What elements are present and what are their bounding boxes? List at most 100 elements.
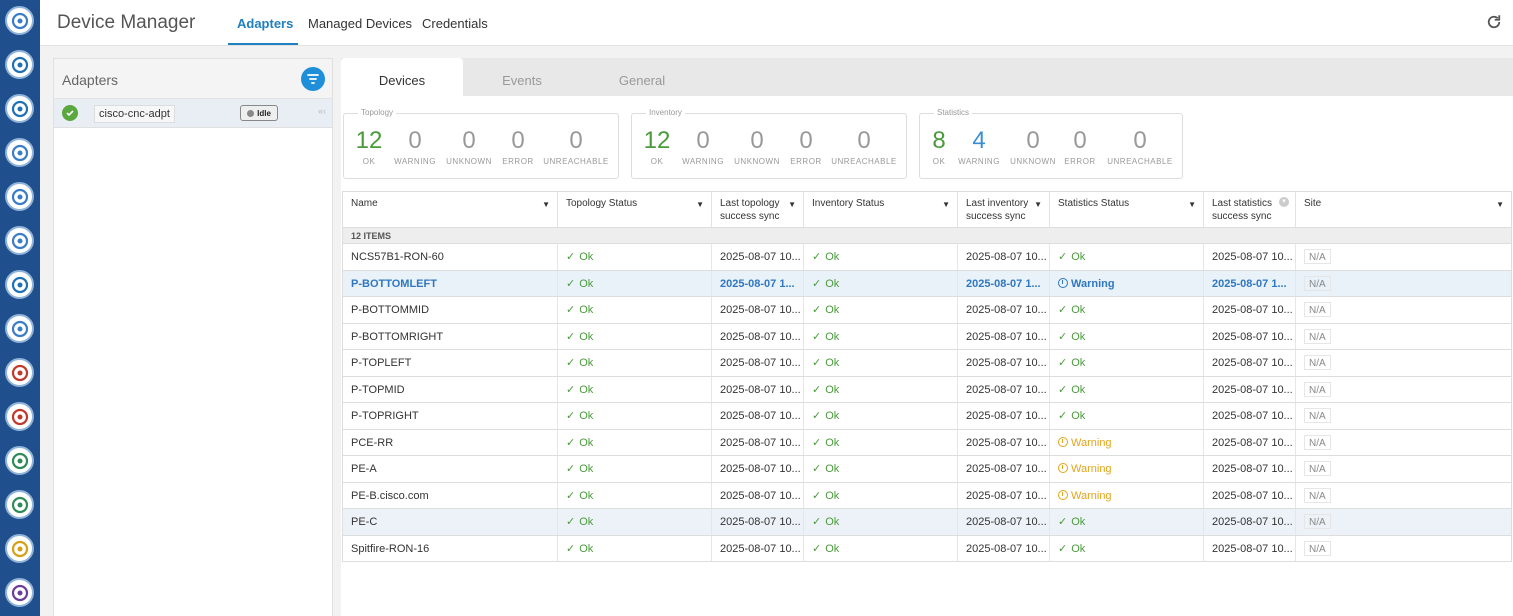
group-row: 12 ITEMS xyxy=(343,228,1511,244)
unknown-label: UNKNOWN xyxy=(734,157,780,166)
tab-credentials[interactable]: Credentials xyxy=(422,16,488,31)
table-row[interactable]: Spitfire-RON-16 ✓ Ok 2025-08-07 10... ✓ Ok 202… xyxy=(343,535,1511,562)
cloud-icon[interactable] xyxy=(5,226,34,255)
gauge-icon[interactable] xyxy=(5,50,34,79)
table-row[interactable]: NCS57B1-RON-60 ✓ Ok 2025-08-07 10... ✓ Ok 2025… xyxy=(343,244,1511,271)
caret-down-icon[interactable]: ▼ xyxy=(696,198,704,211)
caret-down-icon[interactable]: ▼ xyxy=(1188,198,1196,211)
tab-adapters[interactable]: Adapters xyxy=(237,16,293,31)
refresh-icon[interactable] xyxy=(5,138,34,167)
triangle-icon[interactable] xyxy=(5,490,34,519)
col-last-inventory-label-1: Last inventory xyxy=(966,198,1029,209)
device-name[interactable]: NCS57B1-RON-60 xyxy=(343,244,558,270)
filter-button[interactable] xyxy=(301,67,325,91)
caret-down-icon[interactable]: ▼ xyxy=(942,198,950,211)
device-name[interactable]: P-TOPLEFT xyxy=(343,350,558,376)
status-cell: ✓ Ok xyxy=(558,297,712,323)
more-icon[interactable]: «‹ xyxy=(318,106,326,116)
layers-icon[interactable] xyxy=(5,270,34,299)
device-name[interactable]: PE-C xyxy=(343,509,558,535)
check-icon: ✓ xyxy=(566,304,576,316)
books-icon[interactable] xyxy=(5,358,34,387)
subtab-general[interactable]: General xyxy=(581,58,703,96)
sort-indicator-icon[interactable]: ▾ xyxy=(1279,197,1289,207)
status-text: Ok xyxy=(579,277,594,290)
status-cell: ✓ Ok xyxy=(804,297,958,323)
col-site[interactable]: Site ▼ xyxy=(1296,192,1511,227)
status-text: Ok xyxy=(825,383,840,396)
subtab-events[interactable]: Events xyxy=(461,58,583,96)
trend-icon[interactable] xyxy=(5,314,34,343)
col-topology-status[interactable]: Topology Status ▼ xyxy=(558,192,712,227)
warning-icon xyxy=(1058,277,1068,288)
globe-icon[interactable] xyxy=(5,6,34,35)
caret-down-icon[interactable]: ▼ xyxy=(1496,198,1504,211)
status-cell: ✓ Ok xyxy=(1050,403,1204,429)
table-row[interactable]: PE-A ✓ Ok 2025-08-07 10... ✓ Ok 2025-08-07 10.… xyxy=(343,456,1511,483)
col-last-statistics[interactable]: Last statistics success sync ▾ xyxy=(1204,192,1296,227)
device-name[interactable]: P-BOTTOMMID xyxy=(343,297,558,323)
topology-warning-count: 0 xyxy=(408,127,422,154)
col-inventory-status[interactable]: Inventory Status ▼ xyxy=(804,192,958,227)
table-row[interactable]: P-BOTTOMLEFT ✓ Ok 2025-08-07 1... ✓ Ok 2025-08… xyxy=(343,270,1511,297)
table-row[interactable]: PE-C ✓ Ok 2025-08-07 10... ✓ Ok 2025-08-07 10.… xyxy=(343,509,1511,536)
refresh-icon[interactable] xyxy=(1485,13,1503,31)
site-value: N/A xyxy=(1304,328,1331,344)
statistics-summary-title: Statistics xyxy=(934,108,973,117)
adapter-row[interactable]: cisco-cnc-adpt Idle «‹ xyxy=(54,99,332,128)
col-name[interactable]: Name ▼ xyxy=(343,192,558,227)
u-icon[interactable] xyxy=(5,182,34,211)
last-topology-sync: 2025-08-07 10... xyxy=(712,535,804,561)
status-text: Warning xyxy=(1071,277,1115,290)
unknown-label: UNKNOWN xyxy=(1010,157,1056,166)
col-last-topology[interactable]: Last topology success sync ▼ xyxy=(712,192,804,227)
document-icon[interactable] xyxy=(5,446,34,475)
table-row[interactable]: P-TOPMID ✓ Ok 2025-08-07 10... ✓ Ok 2025-08-07… xyxy=(343,376,1511,403)
last-inventory-sync: 2025-08-07 10... xyxy=(958,350,1050,376)
inventory-unreachable-count: 0 xyxy=(857,127,871,154)
ring-icon[interactable] xyxy=(5,534,34,563)
device-name[interactable]: P-TOPRIGHT xyxy=(343,403,558,429)
table-row[interactable]: P-BOTTOMMID ✓ Ok 2025-08-07 10... ✓ Ok 2025-08… xyxy=(343,297,1511,324)
caret-down-icon[interactable]: ▼ xyxy=(788,198,796,211)
col-last-topology-label-2: success sync xyxy=(720,211,780,222)
device-name[interactable]: PCE-RR xyxy=(343,429,558,455)
device-name[interactable]: Spitfire-RON-16 xyxy=(343,535,558,561)
device-name[interactable]: P-BOTTOMRIGHT xyxy=(343,323,558,349)
table-row[interactable]: P-TOPLEFT ✓ Ok 2025-08-07 10... ✓ Ok 2025-08-0… xyxy=(343,350,1511,377)
subtab-devices[interactable]: Devices xyxy=(341,58,463,96)
table-row[interactable]: P-BOTTOMRIGHT ✓ Ok 2025-08-07 10... ✓ Ok 2025-… xyxy=(343,323,1511,350)
table-row[interactable]: PE-B.cisco.com ✓ Ok 2025-08-07 10... ✓ Ok 2025… xyxy=(343,482,1511,509)
check-icon: ✓ xyxy=(812,277,822,290)
adapters-panel: Adapters cisco-cnc-adpt Idle «‹ xyxy=(53,58,333,616)
col-statistics-status[interactable]: Statistics Status ▼ xyxy=(1050,192,1204,227)
device-name[interactable]: PE-A xyxy=(343,456,558,482)
table-row[interactable]: PCE-RR ✓ Ok 2025-08-07 10... ✓ Ok 2025-08-07 1… xyxy=(343,429,1511,456)
caret-down-icon[interactable]: ▼ xyxy=(1034,198,1042,211)
error-label: ERROR xyxy=(502,157,534,166)
check-icon: ✓ xyxy=(1058,330,1068,343)
search-network-icon[interactable] xyxy=(5,402,34,431)
status-cell: ✓ Ok xyxy=(1050,535,1204,561)
caret-down-icon[interactable]: ▼ xyxy=(542,198,550,211)
status-cell: Warning xyxy=(1050,482,1204,508)
check-circle-icon xyxy=(62,105,78,121)
tab-managed-devices[interactable]: Managed Devices xyxy=(308,16,412,31)
sql-icon[interactable] xyxy=(5,94,34,123)
col-last-inventory[interactable]: Last inventory success sync ▼ xyxy=(958,192,1050,227)
check-icon: ✓ xyxy=(812,383,822,396)
status-cell: ✓ Ok xyxy=(558,509,712,535)
site-value: N/A xyxy=(1304,355,1331,370)
table-row[interactable]: P-TOPRIGHT ✓ Ok 2025-08-07 10... ✓ Ok 2025-08-… xyxy=(343,403,1511,430)
device-name[interactable]: P-BOTTOMLEFT xyxy=(343,270,558,296)
last-inventory-sync: 2025-08-07 1... xyxy=(958,270,1050,296)
check-icon: ✓ xyxy=(566,542,576,555)
device-name[interactable]: P-TOPMID xyxy=(343,376,558,402)
last-statistics-sync: 2025-08-07 10... xyxy=(1204,297,1296,323)
last-inventory-sync: 2025-08-07 10... xyxy=(958,429,1050,455)
inventory-error-count: 0 xyxy=(799,127,813,154)
zoom-icon[interactable] xyxy=(5,578,34,607)
last-topology-sync: 2025-08-07 10... xyxy=(712,376,804,402)
last-statistics-sync: 2025-08-07 10... xyxy=(1204,350,1296,376)
device-name[interactable]: PE-B.cisco.com xyxy=(343,482,558,508)
